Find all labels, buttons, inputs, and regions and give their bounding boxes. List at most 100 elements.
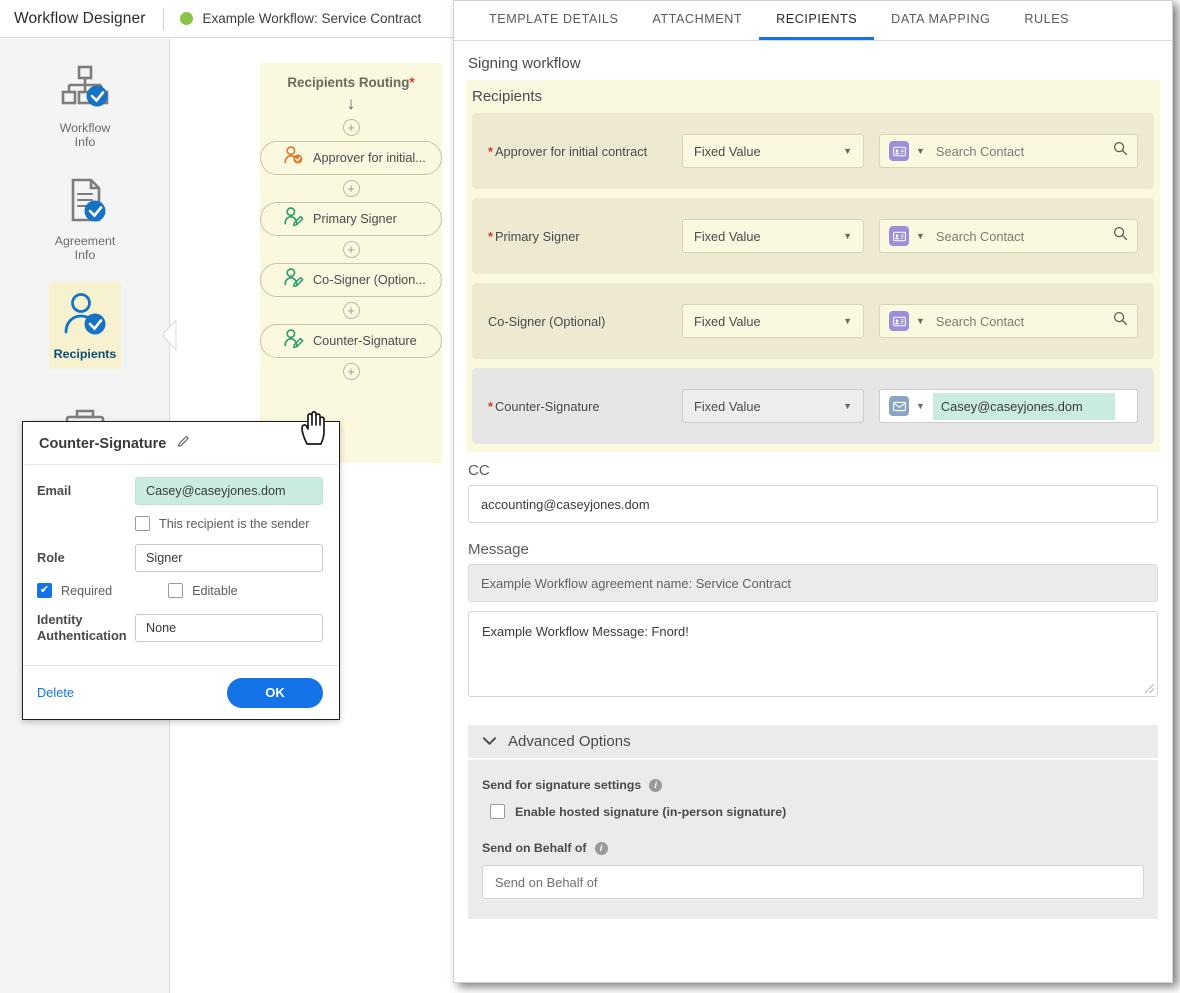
contact-search-field[interactable]: ▼ Search Contact [879, 304, 1138, 338]
chevron-down-icon[interactable]: ▼ [916, 316, 925, 326]
routing-title-text: Recipients Routing [287, 75, 410, 90]
contact-search-field[interactable]: ▼ Search Contact [879, 219, 1138, 253]
value-type-select[interactable]: Fixed Value ▼ [682, 134, 864, 168]
info-icon[interactable]: i [649, 778, 663, 792]
send-on-behalf-label: Send on Behalf of i [468, 819, 1158, 855]
advanced-options-label: Advanced Options [508, 733, 631, 750]
sender-checkbox[interactable] [135, 516, 150, 531]
add-node-button[interactable]: + [342, 180, 360, 197]
email-field[interactable]: Casey@caseyjones.dom [135, 477, 323, 505]
delete-link[interactable]: Delete [37, 685, 74, 700]
editable-checkbox[interactable] [168, 583, 184, 598]
value-type-select[interactable]: Fixed Value ▼ [682, 304, 864, 338]
hosted-signature-checkbox[interactable] [490, 804, 505, 819]
routing-title: Recipients Routing* [287, 75, 414, 90]
tab-attachment[interactable]: ATTACHMENT [635, 1, 759, 40]
flow-node-co-signer[interactable]: Co-Signer (Option... [260, 263, 442, 297]
add-node-button[interactable]: + [342, 302, 360, 319]
add-node-button[interactable]: + [342, 241, 360, 258]
sidebar-item-label: Agreement Info [54, 234, 116, 262]
contact-card-icon[interactable] [889, 141, 909, 161]
signer-icon [283, 206, 304, 232]
value-type-label: Fixed Value [694, 398, 761, 414]
sidebar-item-workflow-info[interactable]: Workflow Info [0, 39, 170, 152]
editable-label: Editable [192, 583, 238, 598]
signer-icon [283, 267, 304, 293]
table-row[interactable]: * Primary Signer Fixed Value ▼ ▼ Search … [472, 198, 1154, 274]
message-label: Message [468, 541, 529, 558]
advanced-options-toggle[interactable]: Advanced Options [468, 725, 1158, 758]
panel-body: Signing workflow Recipients * Approver fo… [454, 41, 1172, 982]
pencil-icon[interactable] [176, 434, 191, 454]
chevron-down-icon: ▼ [843, 231, 852, 241]
sidebar-item-agreement-info[interactable]: Agreement Info [0, 152, 170, 265]
recipient-name: * Primary Signer [488, 229, 682, 244]
recipient-name-text: Co-Signer (Optional) [488, 313, 606, 329]
dialog-title: Counter-Signature [39, 436, 167, 452]
send-signature-settings-text: Send for signature settings [482, 778, 642, 792]
search-input[interactable]: Search Contact [936, 144, 1113, 159]
recipient-name: * Counter-Signature [488, 399, 682, 414]
message-textarea[interactable]: Example Workflow Message: Fnord! [468, 611, 1158, 697]
contact-card-icon[interactable] [889, 311, 909, 331]
tab-data-mapping[interactable]: DATA MAPPING [874, 1, 1007, 40]
required-marker: * [409, 75, 415, 90]
tab-recipients[interactable]: RECIPIENTS [759, 1, 875, 40]
required-marker: * [488, 398, 493, 414]
workflow-status-dot [180, 12, 194, 25]
dialog-sender-row: This recipient is the sender [135, 516, 323, 531]
contact-card-icon[interactable] [889, 226, 909, 246]
recipients-heading: Recipients [472, 88, 543, 105]
email-value-field[interactable]: ▼ Casey@caseyjones.dom [879, 389, 1138, 423]
search-input[interactable]: Search Contact [936, 229, 1113, 244]
tab-rules[interactable]: RULES [1007, 1, 1086, 40]
send-on-behalf-text: Send on Behalf of [482, 841, 587, 855]
value-type-select[interactable]: Fixed Value ▼ [682, 219, 864, 253]
recipient-name-text: Primary Signer [494, 228, 580, 244]
table-row[interactable]: Co-Signer (Optional) Fixed Value ▼ ▼ Sea… [472, 283, 1154, 359]
email-icon[interactable] [889, 396, 909, 416]
flow-node-label: Primary Signer [313, 212, 397, 226]
search-icon[interactable] [1113, 311, 1128, 331]
value-type-select[interactable]: Fixed Value ▼ [682, 389, 864, 423]
ok-button[interactable]: OK [227, 677, 323, 708]
sidebar-item-recipients[interactable]: Recipients [0, 265, 170, 378]
identity-auth-field[interactable]: None [135, 613, 323, 642]
add-node-button[interactable]: + [342, 119, 360, 136]
search-icon[interactable] [1113, 141, 1128, 161]
required-checkbox[interactable] [37, 583, 52, 598]
sidebar-collapse-handle[interactable] [163, 318, 177, 352]
header-divider [163, 7, 165, 30]
required-marker: * [488, 143, 493, 159]
table-row[interactable]: * Approver for initial contract Fixed Val… [472, 113, 1154, 189]
workflow-name: Example Workflow: Service Contract [202, 11, 422, 26]
flow-node-label: Approver for initial... [313, 151, 426, 165]
dialog-flags-row: Required Editable [37, 583, 323, 598]
agreement-info-icon [59, 175, 111, 229]
contact-search-field[interactable]: ▼ Search Contact [879, 134, 1138, 168]
flow-node-approver[interactable]: Approver for initial... [260, 141, 442, 175]
flow-node-primary-signer[interactable]: Primary Signer [260, 202, 442, 236]
chevron-down-icon[interactable]: ▼ [916, 231, 925, 241]
signer-icon [283, 328, 304, 354]
email-input[interactable]: Casey@caseyjones.dom [932, 392, 1115, 420]
send-on-behalf-input[interactable]: Send on Behalf of [482, 865, 1144, 899]
cc-input[interactable]: accounting@caseyjones.dom [468, 485, 1158, 523]
search-input[interactable]: Search Contact [936, 314, 1113, 329]
chevron-down-icon: ▼ [843, 316, 852, 326]
search-icon[interactable] [1113, 226, 1128, 246]
add-node-button[interactable]: + [342, 363, 360, 380]
role-field[interactable]: Signer [135, 544, 323, 572]
table-row[interactable]: * Counter-Signature Fixed Value ▼ ▼ Case… [472, 368, 1154, 444]
recipient-name: * Approver for initial contract [488, 144, 682, 159]
flow-node-counter-signature[interactable]: Counter-Signature [260, 324, 442, 358]
agreement-name-input[interactable]: Example Workflow agreement name: Service… [468, 564, 1158, 602]
info-icon[interactable]: i [594, 841, 608, 855]
chevron-down-icon[interactable]: ▼ [916, 146, 925, 156]
sidebar-item-label: Recipients [53, 347, 117, 361]
sender-checkbox-label: This recipient is the sender [159, 516, 310, 531]
tab-template-details[interactable]: TEMPLATE DETAILS [472, 1, 635, 40]
chevron-down-icon[interactable]: ▼ [916, 401, 925, 411]
dialog-footer: Delete OK [23, 665, 339, 719]
dialog-body: Email Casey@caseyjones.dom This recipien… [23, 465, 339, 644]
